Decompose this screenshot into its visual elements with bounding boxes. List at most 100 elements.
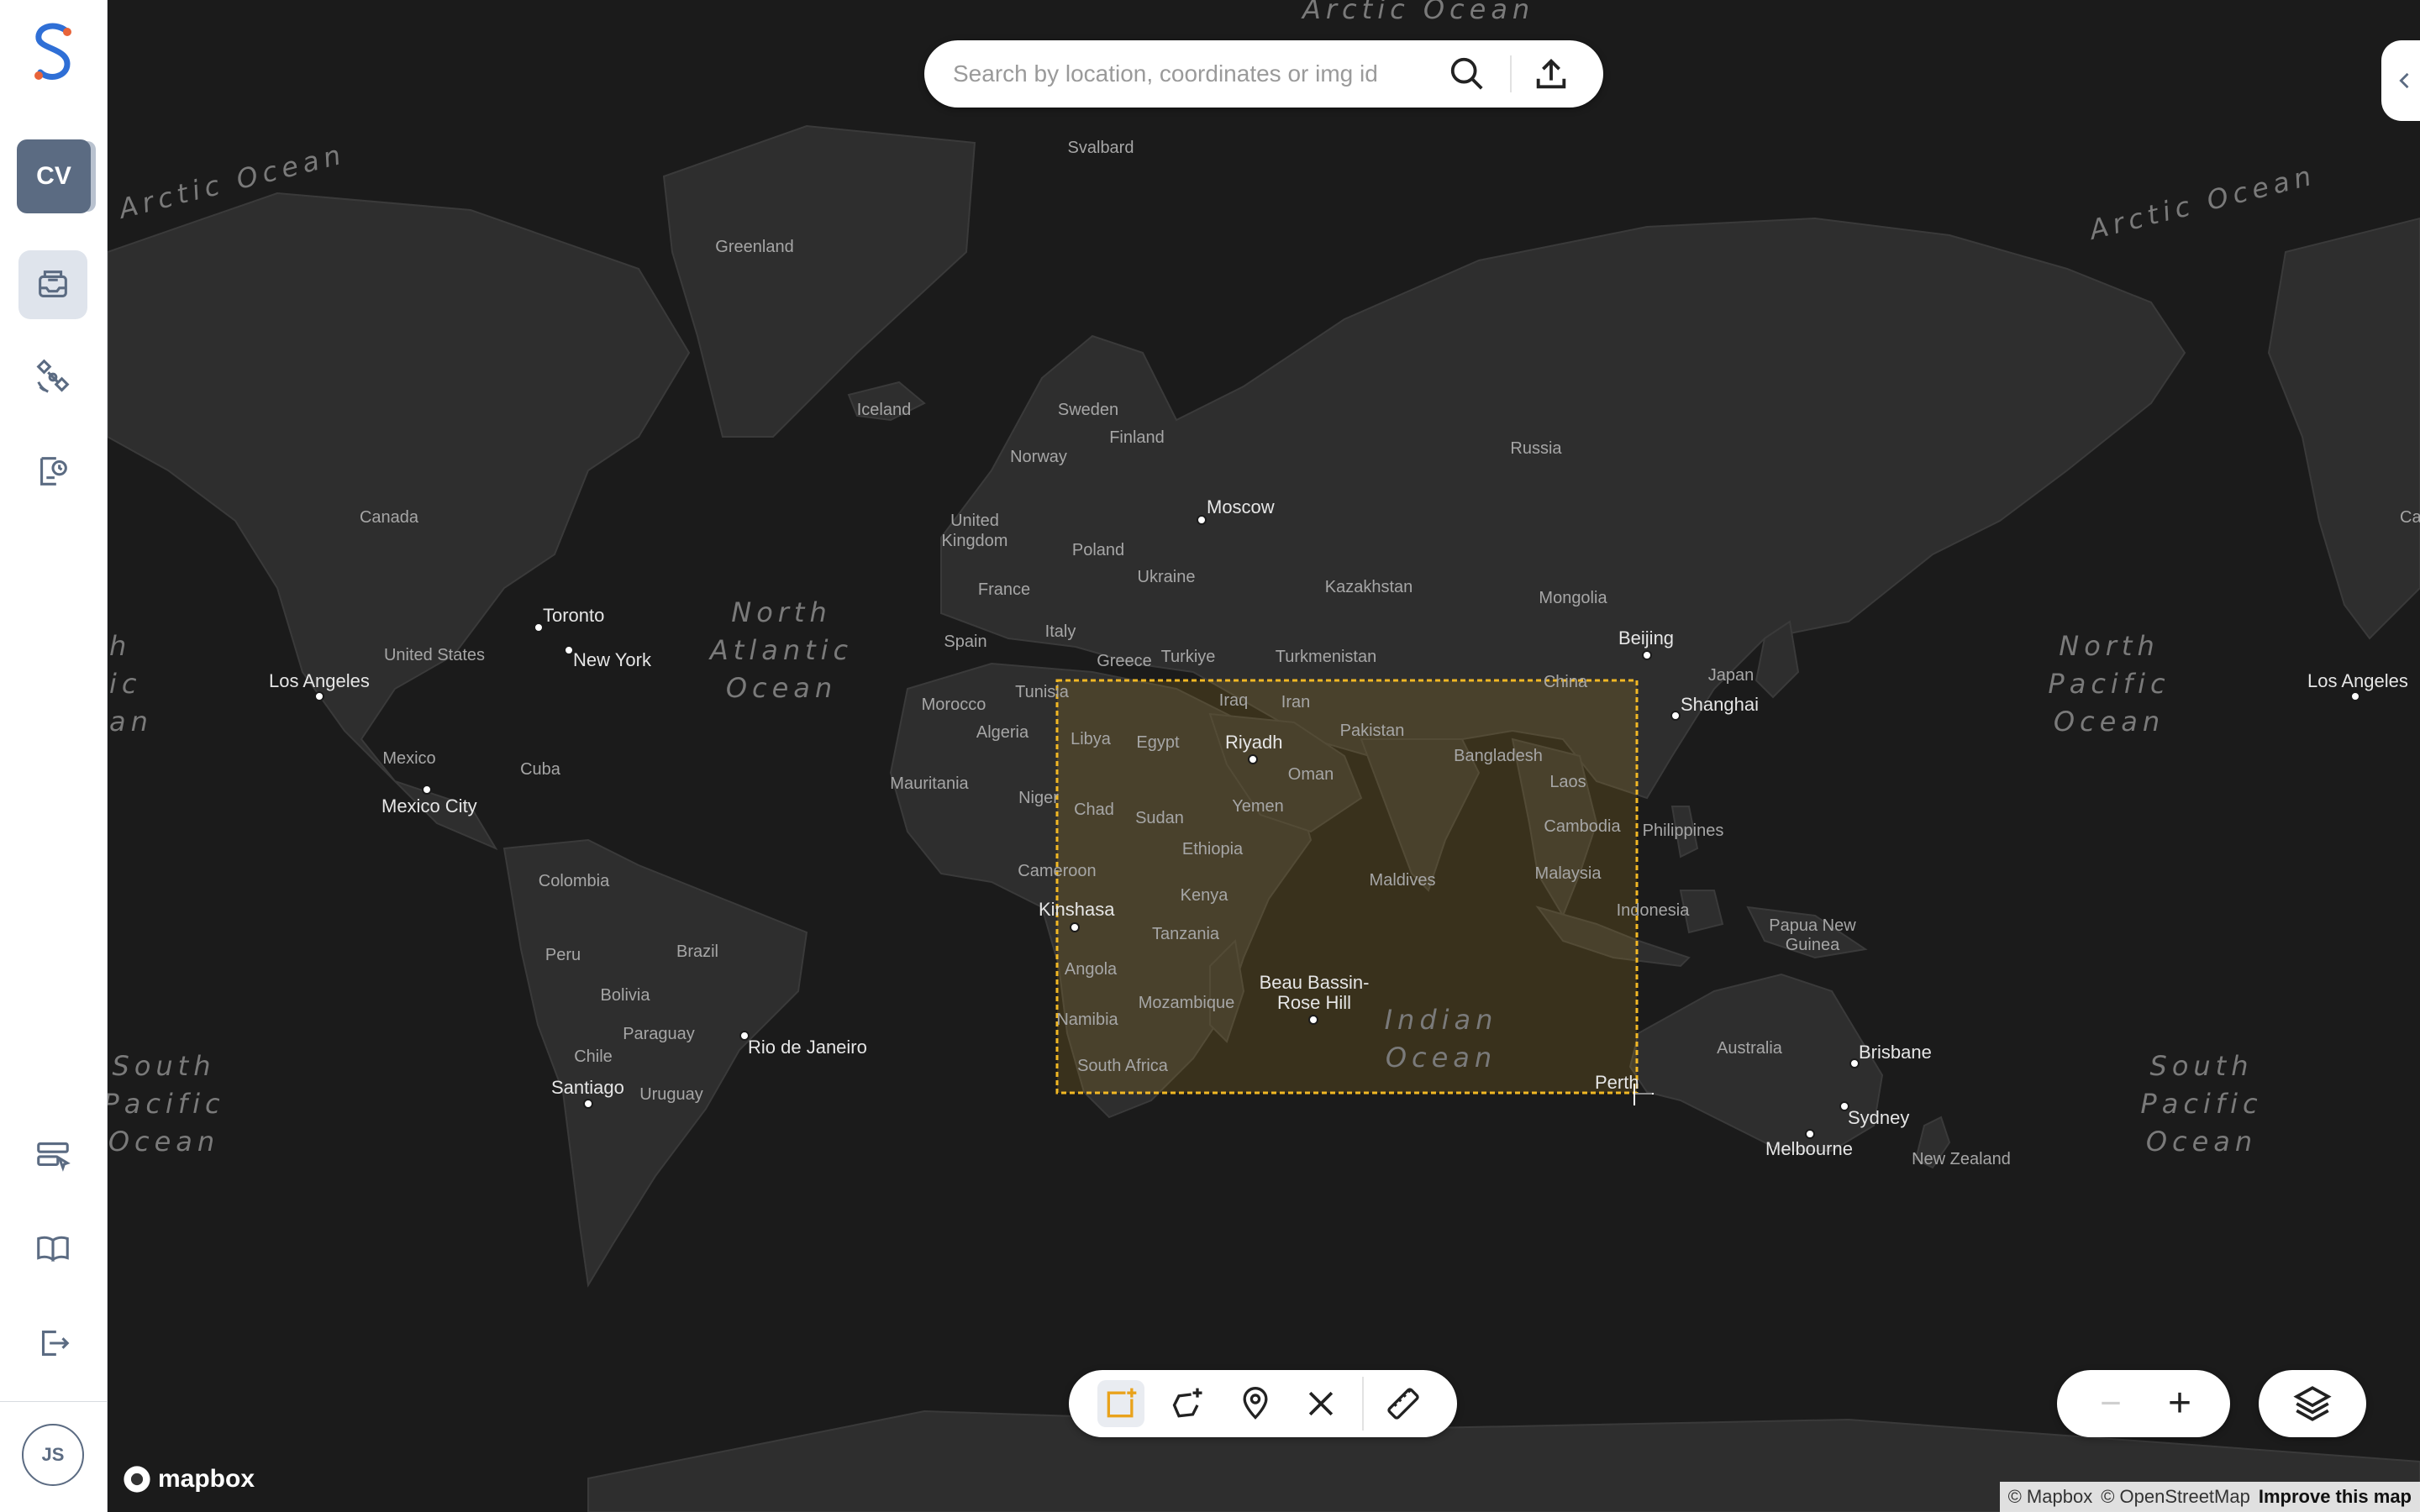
city-label: Perth — [1595, 1072, 1639, 1093]
country-label: Norway — [1010, 448, 1067, 466]
search-button[interactable] — [1444, 50, 1491, 97]
ocean-label: Pacific — [2140, 1088, 2262, 1120]
city-label: Moscow — [1207, 496, 1275, 517]
draw-rectangle-button[interactable] — [1097, 1380, 1144, 1427]
search-bar — [924, 40, 1603, 108]
country-label: Tunisia — [1015, 683, 1070, 701]
country-label: France — [978, 580, 1030, 599]
draw-polygon-button[interactable] — [1165, 1380, 1212, 1427]
country-label: Spain — [944, 633, 986, 651]
country-label: Mauritania — [890, 774, 969, 793]
docs-icon — [37, 1236, 69, 1263]
city-label: Mexico City — [381, 795, 477, 816]
search-input[interactable] — [951, 60, 1459, 88]
zoom-out-button[interactable]: − — [2087, 1380, 2134, 1427]
country-label: Australia — [1717, 1039, 1783, 1058]
city-label: Rio de Janeiro — [748, 1037, 867, 1058]
draw-toolbar — [1069, 1370, 1457, 1437]
inbox-icon — [39, 270, 67, 297]
sidebar-item-docs[interactable] — [18, 1214, 87, 1283]
country-label: Oman — [1288, 765, 1334, 784]
country-label: Iraq — [1219, 691, 1248, 710]
country-label: Pakistan — [1340, 722, 1405, 740]
attribution-mapbox-link[interactable]: © Mapbox — [2008, 1486, 2093, 1508]
ocean-label: South — [2150, 1050, 2254, 1082]
country-label: Chad — [1074, 801, 1114, 819]
ocean-label: Pacific — [108, 1088, 225, 1120]
country-label: Egypt — [1136, 733, 1180, 752]
city-label: Toronto — [543, 605, 604, 626]
country-label: Svalbard — [1068, 139, 1134, 157]
country-label: Guinea — [1786, 936, 1840, 954]
user-avatar[interactable]: JS — [22, 1424, 84, 1486]
country-label: Malaysia — [1535, 864, 1602, 883]
ocean-label: Ocean — [2054, 706, 2165, 738]
country-label: Sweden — [1058, 401, 1118, 419]
city-label: New York — [573, 649, 652, 670]
country-label: Turkmenistan — [1276, 648, 1376, 666]
upload-button[interactable] — [1528, 50, 1575, 97]
city-label: Los Angeles — [269, 670, 370, 691]
panel-toggle-button[interactable] — [2381, 40, 2420, 121]
tasking-icon — [37, 1142, 71, 1172]
chevron-left-icon — [2399, 72, 2409, 89]
country-label: Italy — [1045, 622, 1076, 641]
country-label: Algeria — [976, 723, 1029, 742]
ocean-label: Atlantic — [708, 634, 853, 666]
sidebar-item-tasking[interactable] — [18, 1121, 87, 1189]
history-icon — [40, 457, 67, 486]
zoom-in-button[interactable]: + — [2156, 1380, 2203, 1427]
workspace-badge[interactable]: CV — [17, 139, 91, 213]
sidebar-item-inbox[interactable] — [18, 250, 87, 319]
close-icon — [1308, 1391, 1334, 1416]
ocean-label: Pacific — [2048, 668, 2170, 700]
country-label: Japan — [1708, 666, 1754, 685]
country-label: Niger — [1018, 789, 1059, 807]
sidebar-item-history[interactable] — [18, 437, 87, 506]
country-label: Tanzania — [1152, 925, 1220, 943]
country-label: Bangladesh — [1454, 747, 1543, 765]
country-label: Iceland — [857, 401, 912, 419]
country-label: Chile — [574, 1047, 613, 1066]
city-label: Los Angeles — [2307, 670, 2408, 691]
country-label: Maldives — [1370, 871, 1436, 890]
app-logo[interactable] — [29, 20, 79, 87]
measure-button[interactable] — [1380, 1380, 1427, 1427]
layers-button[interactable] — [2259, 1370, 2366, 1437]
country-label: New Zealand — [1912, 1150, 2011, 1168]
country-label: Cuba — [520, 760, 561, 779]
country-label: Iran — [1281, 693, 1310, 711]
attribution-osm-link[interactable]: © OpenStreetMap — [2101, 1486, 2250, 1508]
country-label: Greece — [1097, 652, 1152, 670]
ocean-label: h — [109, 630, 131, 662]
country-label: Indonesia — [1617, 901, 1691, 920]
country-label: Bolivia — [601, 986, 651, 1005]
sidebar-item-logout[interactable] — [18, 1309, 87, 1378]
country-label: China — [1544, 673, 1588, 691]
country-label: Colombia — [539, 872, 610, 890]
city-label: Sydney — [1848, 1107, 1909, 1128]
country-label: South Africa — [1077, 1057, 1169, 1075]
marker-pin-button[interactable] — [1232, 1380, 1279, 1427]
sidebar-item-satellite[interactable] — [18, 343, 87, 412]
country-label: Sudan — [1135, 809, 1184, 827]
ocean-label: ic — [109, 668, 141, 700]
city-label: Riyadh — [1225, 732, 1282, 753]
city-label: Shanghai — [1681, 694, 1759, 715]
world-map: Arctic Ocean Arctic Ocean Arctic Ocean N… — [108, 0, 2420, 1512]
country-label: Poland — [1072, 541, 1124, 559]
country-label: Cameroon — [1018, 862, 1096, 880]
ruler-icon — [1387, 1388, 1419, 1420]
mapbox-logo[interactable]: mapbox — [123, 1465, 255, 1494]
country-label: Mozambique — [1139, 994, 1235, 1012]
map-canvas[interactable]: Arctic Ocean Arctic Ocean Arctic Ocean N… — [108, 0, 2420, 1512]
country-label: United States — [384, 646, 485, 664]
city-label: Brisbane — [1859, 1042, 1932, 1063]
improve-map-link[interactable]: Improve this map — [2259, 1486, 2412, 1508]
ocean-label: Ocean — [2146, 1126, 2257, 1158]
city-label: Kinshasa — [1039, 899, 1115, 920]
layers-icon — [2293, 1386, 2332, 1421]
clear-drawing-button[interactable] — [1297, 1380, 1344, 1427]
country-label: Russia — [1510, 439, 1562, 458]
ocean-label: South — [113, 1050, 216, 1082]
